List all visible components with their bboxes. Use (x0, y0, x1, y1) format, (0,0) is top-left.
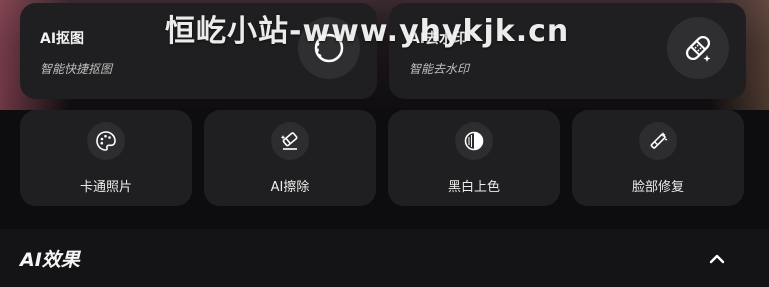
ai-effects-section: AI效果 (0, 229, 769, 287)
watermark-text: 恒屹小站-www.yhykjk.cn (165, 14, 570, 49)
magic-wand-icon (639, 122, 677, 160)
ai-cutout-title: AI抠图 (40, 31, 85, 47)
tool-ai-erase[interactable]: AI擦除 (204, 110, 376, 206)
bandage-icon (667, 17, 729, 79)
ai-watermark-removal-subtitle: 智能去水印 (409, 62, 470, 76)
tool-colorize[interactable]: 黑白上色 (388, 110, 560, 206)
tool-face-restore[interactable]: 脸部修复 (572, 110, 744, 206)
tool-ai-erase-label: AI擦除 (270, 180, 310, 195)
ai-cutout-subtitle: 智能快捷抠图 (40, 62, 113, 76)
ai-effects-title: AI效果 (20, 249, 80, 271)
contrast-icon (455, 122, 493, 160)
tool-face-restore-label: 脸部修复 (631, 180, 684, 195)
eraser-icon (271, 122, 309, 160)
tool-colorize-label: 黑白上色 (447, 180, 500, 195)
tool-cartoon-photo-label: 卡通照片 (79, 180, 132, 195)
chevron-up-icon[interactable] (705, 247, 729, 269)
tool-cartoon-photo[interactable]: 卡通照片 (20, 110, 192, 206)
palette-icon (87, 122, 125, 160)
